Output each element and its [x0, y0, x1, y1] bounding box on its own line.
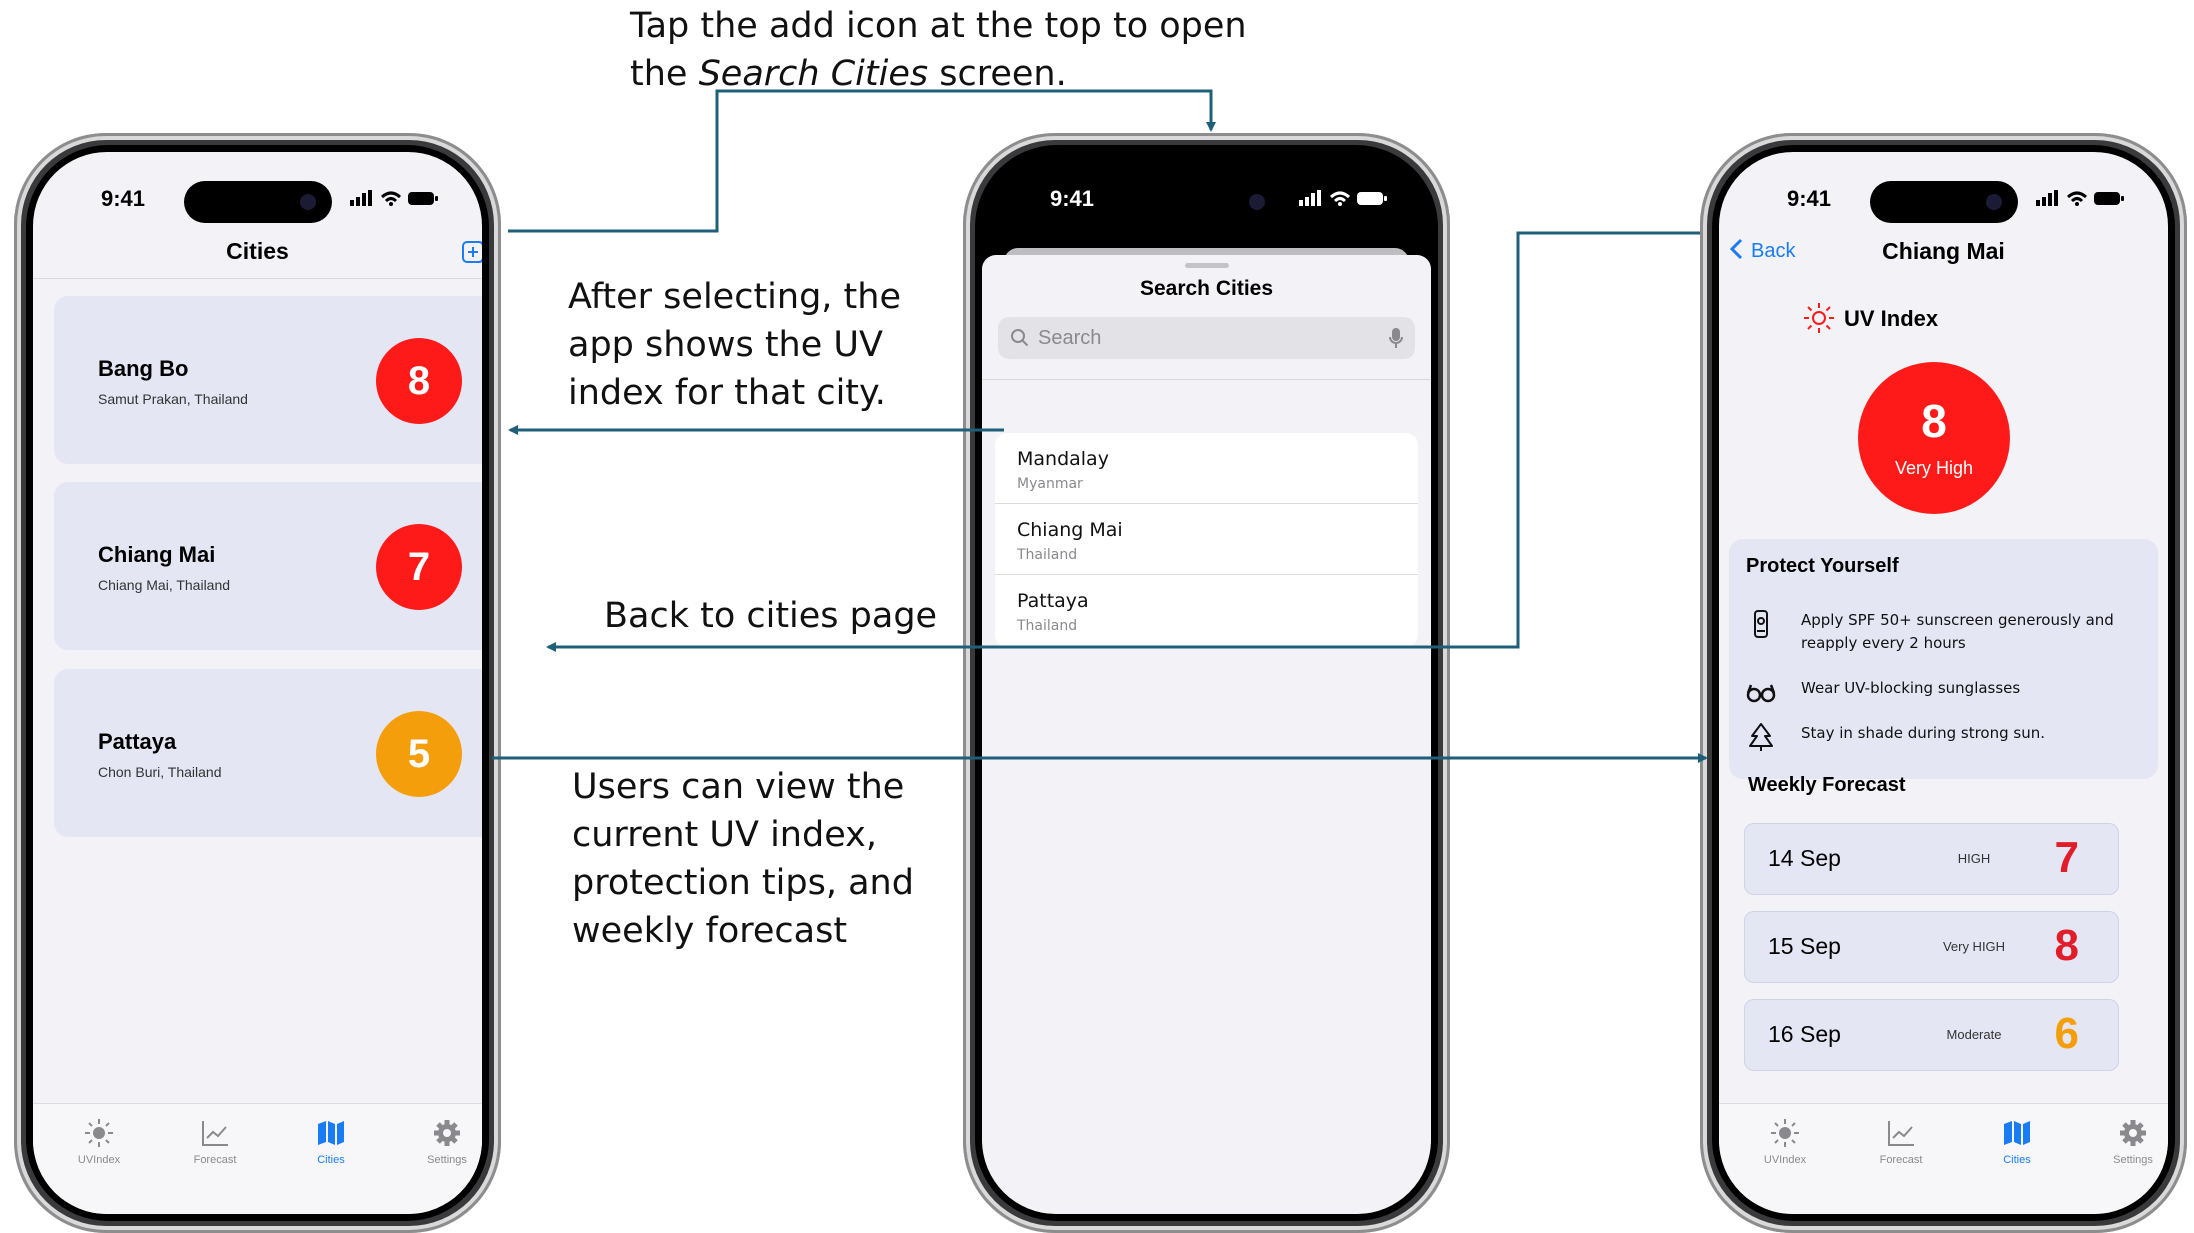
connector-arrows [492, 89, 1708, 763]
arrow-add-to-search [508, 89, 1216, 233]
arrow-back-to-cities [546, 231, 1700, 652]
